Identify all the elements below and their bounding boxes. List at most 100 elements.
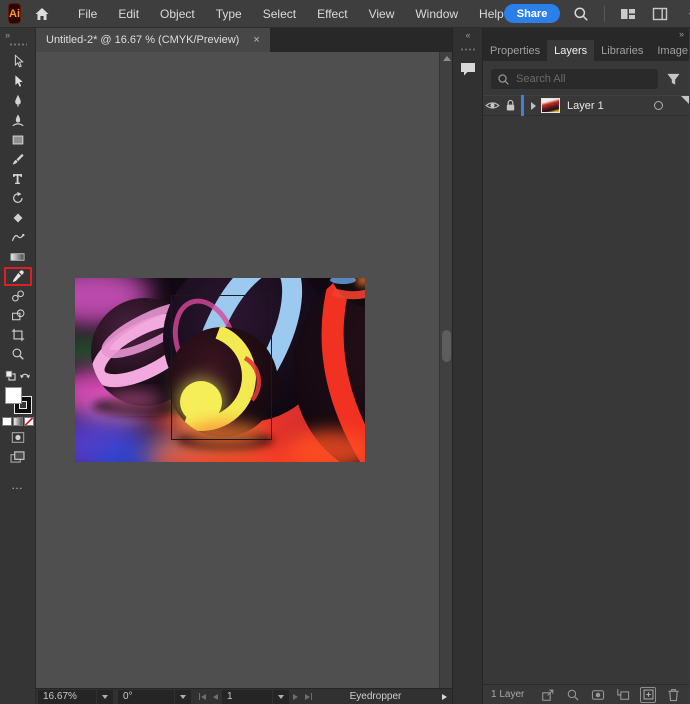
new-layer-button[interactable] — [640, 687, 656, 703]
layer-target-circle[interactable] — [654, 101, 663, 110]
arrange-documents-button[interactable] — [615, 3, 641, 25]
document-tab[interactable]: Untitled-2* @ 16.67 % (CMYK/Preview) × — [36, 28, 270, 52]
selection-tool[interactable] — [4, 52, 32, 72]
search-button[interactable] — [568, 3, 594, 25]
shaper-tool[interactable] — [4, 228, 32, 248]
panel-strip-grip[interactable] — [460, 48, 476, 51]
color-type-buttons — [2, 417, 34, 426]
rotate-tool[interactable] — [4, 189, 32, 209]
first-artboard-button[interactable] — [196, 690, 209, 704]
layer-visibility-toggle[interactable] — [483, 100, 501, 111]
drawing-modes-button[interactable] — [4, 428, 32, 446]
curvature-tool-icon — [11, 113, 25, 128]
toolbar-grip[interactable] — [9, 43, 27, 46]
curvature-tool[interactable] — [4, 111, 32, 131]
rotation-dropdown-button[interactable] — [175, 690, 191, 704]
knife-tool[interactable] — [4, 208, 32, 228]
menu-item-type[interactable]: Type — [216, 7, 242, 21]
pen-tool-icon — [11, 93, 25, 108]
menu-item-help[interactable]: Help — [479, 7, 504, 21]
main-area: » — [0, 28, 690, 704]
shape-builder-tool[interactable] — [4, 306, 32, 326]
filter-button[interactable] — [666, 72, 681, 86]
statusbar-menu-button[interactable] — [436, 694, 452, 700]
locate-object-button[interactable] — [565, 687, 581, 703]
artboard-number-field[interactable]: 1 — [222, 690, 272, 704]
search-input[interactable]: Search All — [491, 69, 658, 89]
home-button[interactable] — [34, 6, 50, 22]
trash-icon — [667, 688, 680, 702]
gradient-tool[interactable] — [4, 247, 32, 267]
rectangle-tool[interactable] — [4, 130, 32, 150]
tab-libraries[interactable]: Libraries — [594, 40, 650, 61]
menu-item-select[interactable]: Select — [263, 7, 296, 21]
next-artboard-button[interactable] — [289, 690, 302, 704]
zoom-tool[interactable] — [4, 345, 32, 365]
zoom-level-field[interactable]: 16.67% — [38, 690, 96, 704]
panel-dock: » Properties Layers Libraries Image Tra … — [482, 28, 689, 704]
none-button[interactable] — [24, 417, 34, 426]
share-button[interactable]: Share — [504, 4, 561, 23]
layer-expand-icon[interactable] — [531, 102, 536, 110]
rotation-field[interactable]: 0° — [118, 690, 174, 704]
layer-row[interactable]: Layer 1 — [483, 95, 689, 116]
collect-for-export-button[interactable] — [540, 687, 556, 703]
layer-thumbnail[interactable] — [541, 98, 560, 113]
menu-item-effect[interactable]: Effect — [317, 7, 347, 21]
eyedropper-tool[interactable] — [4, 267, 32, 287]
menu-item-edit[interactable]: Edit — [118, 7, 139, 21]
layer-name[interactable]: Layer 1 — [567, 100, 604, 112]
last-artboard-button[interactable] — [302, 690, 315, 704]
toolbar-expand-icon[interactable]: » — [5, 30, 9, 40]
layers-footer-buttons — [540, 687, 681, 703]
make-clipping-mask-button[interactable] — [590, 687, 606, 703]
menu-item-view[interactable]: View — [369, 7, 395, 21]
artboard-dropdown-button[interactable] — [273, 690, 289, 704]
tab-layers[interactable]: Layers — [547, 40, 594, 61]
tools-panel: » — [0, 28, 36, 704]
previous-artboard-button[interactable] — [209, 690, 222, 704]
blend-tool[interactable] — [4, 286, 32, 306]
tab-properties[interactable]: Properties — [483, 40, 547, 61]
canvas[interactable] — [36, 52, 452, 688]
type-tool[interactable] — [4, 169, 32, 189]
default-fill-stroke-icon[interactable] — [5, 370, 16, 381]
menu-item-window[interactable]: Window — [415, 7, 458, 21]
artboard-tool[interactable] — [4, 325, 32, 345]
illustrator-window: Ai File Edit Object Type Select Effect V… — [0, 0, 690, 704]
chevron-down-icon — [180, 695, 186, 699]
artwork-image[interactable] — [75, 278, 365, 462]
new-sublayer-button[interactable] — [615, 687, 631, 703]
color-button[interactable] — [2, 417, 12, 426]
gradient-button[interactable] — [13, 417, 23, 426]
knife-tool-icon — [11, 211, 25, 225]
swap-fill-stroke-icon[interactable] — [19, 370, 31, 380]
edit-toolbar-button[interactable]: … — [11, 478, 24, 492]
fill-stroke-indicator — [5, 387, 31, 413]
workspace-switcher-button[interactable] — [647, 3, 673, 25]
direct-selection-tool[interactable] — [4, 72, 32, 92]
vertical-scrollbar[interactable] — [439, 52, 452, 688]
pen-tool[interactable] — [4, 91, 32, 111]
illustrator-logo[interactable]: Ai — [8, 3, 21, 24]
chevron-down-icon — [102, 695, 108, 699]
scroll-up-icon[interactable] — [443, 56, 451, 61]
layer-lock-toggle[interactable] — [501, 99, 519, 112]
expand-panels-icon[interactable]: » — [679, 29, 683, 39]
screen-mode-button[interactable] — [4, 448, 32, 466]
tab-image-trace[interactable]: Image Tra — [650, 40, 690, 61]
comments-panel-button[interactable] — [456, 59, 480, 79]
scrollbar-thumb[interactable] — [442, 330, 451, 362]
eyedropper-tool-icon — [11, 269, 25, 283]
delete-layer-button[interactable] — [665, 687, 681, 703]
fill-swatch[interactable] — [5, 387, 22, 404]
menu-item-file[interactable]: File — [78, 7, 97, 21]
document-tab-close-icon[interactable]: × — [253, 34, 259, 46]
drawing-mode-icon — [11, 431, 25, 444]
minimize-button[interactable]: − — [679, 2, 690, 26]
zoom-dropdown-button[interactable] — [97, 690, 113, 704]
collapse-panels-icon[interactable]: « — [465, 30, 469, 40]
lock-icon — [505, 99, 516, 112]
paintbrush-tool[interactable] — [4, 150, 32, 170]
menu-item-object[interactable]: Object — [160, 7, 195, 21]
